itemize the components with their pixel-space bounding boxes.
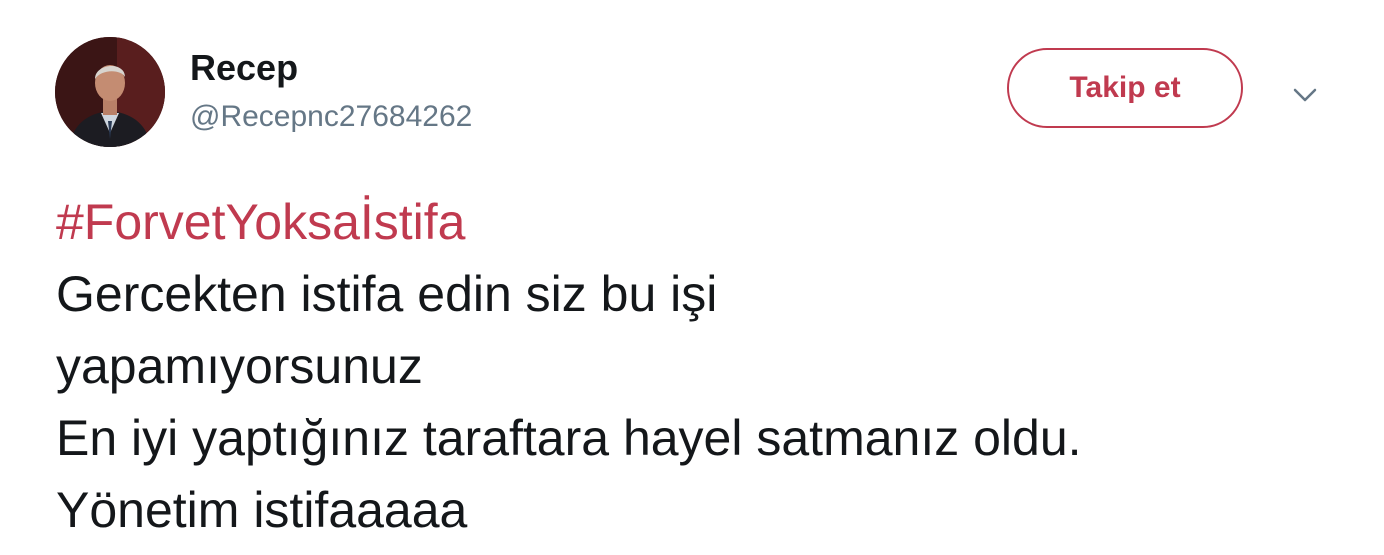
hashtag-link[interactable]: #ForvetYoksaİstifa <box>56 186 1356 258</box>
user-handle[interactable]: @Recepnc27684262 <box>190 98 472 136</box>
chevron-down-icon[interactable] <box>1287 80 1323 110</box>
avatar-image <box>55 37 165 147</box>
display-name[interactable]: Recep <box>190 46 298 90</box>
tweet-text: #ForvetYoksaİstifa Gercekten istifa edin… <box>56 186 1356 546</box>
follow-button[interactable]: Takip et <box>1007 48 1243 128</box>
avatar[interactable] <box>55 37 165 147</box>
tweet-card: Recep @Recepnc27684262 Takip et #ForvetY… <box>0 0 1384 555</box>
tweet-line: Gercekten istifa edin siz bu işi <box>56 266 718 322</box>
tweet-line: yapamıyorsunuz <box>56 338 423 394</box>
tweet-line: Yönetim istifaaaaa <box>56 482 468 538</box>
tweet-line: En iyi yaptığınız taraftara hayel satman… <box>56 410 1082 466</box>
